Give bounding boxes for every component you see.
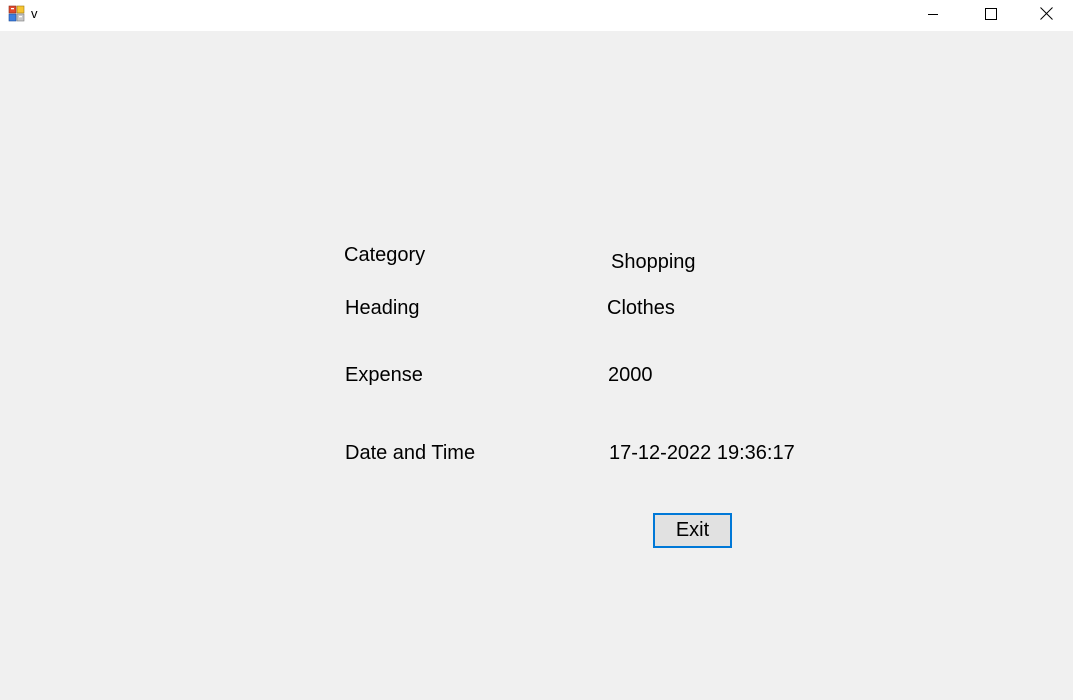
- expense-value: 2000: [608, 364, 653, 386]
- datetime-value: 17-12-2022 19:36:17: [609, 442, 795, 464]
- maximize-button[interactable]: [962, 0, 1020, 31]
- close-icon: [1040, 6, 1053, 25]
- window-title: v: [31, 6, 38, 21]
- category-label: Category: [344, 244, 426, 266]
- category-value: Shopping: [611, 251, 696, 273]
- datetime-label: Date and Time: [345, 442, 476, 464]
- winforms-app-icon[interactable]: [8, 5, 25, 22]
- heading-value: Clothes: [607, 297, 675, 319]
- form-client-area: Category Shopping Heading Clothes Expens…: [0, 31, 1073, 700]
- minimize-icon: [927, 7, 939, 25]
- title-bar[interactable]: v: [0, 0, 1073, 31]
- exit-button[interactable]: Exit: [653, 513, 732, 548]
- heading-label: Heading: [345, 297, 420, 319]
- app-window: v Category Shopping Heading Clothes Expe…: [0, 0, 1073, 700]
- minimize-button[interactable]: [904, 0, 962, 31]
- expense-label: Expense: [345, 364, 423, 386]
- close-button[interactable]: [1020, 0, 1073, 31]
- maximize-icon: [985, 7, 997, 25]
